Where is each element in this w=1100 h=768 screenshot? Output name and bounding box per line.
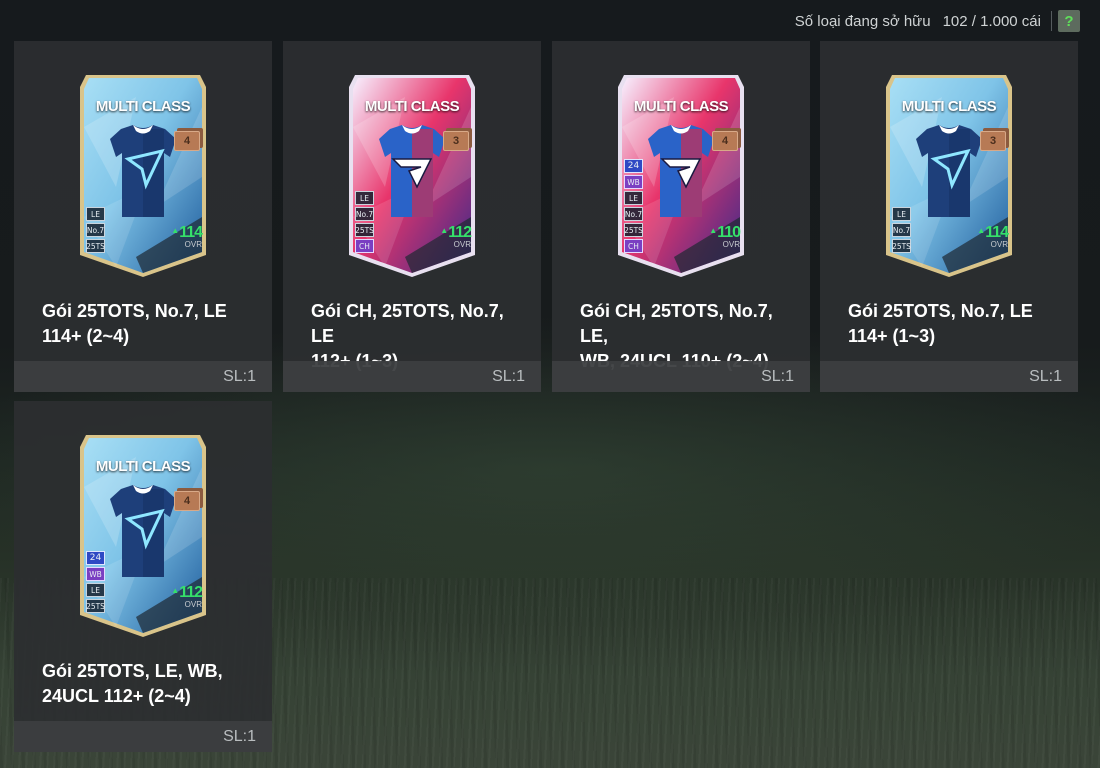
- card-badge: LE: [86, 583, 105, 597]
- card-badge: No.7: [86, 223, 105, 237]
- card-badge: No.7: [892, 223, 911, 237]
- help-button[interactable]: ?: [1058, 10, 1080, 32]
- pack-title-line1: Gói CH, 25TOTS, No.7, LE: [311, 301, 504, 346]
- pack-card: MULTI CLASS 4 24 WB LE No.7 25TS CH ▲110 OVR: [614, 67, 748, 279]
- card-rating: ▲112 OVR: [171, 584, 203, 609]
- pack-card: MULTI CLASS 4 24 WB LE 25TS ▲112 OVR: [76, 427, 210, 639]
- card-rating: ▲114 OVR: [977, 224, 1009, 249]
- pack-quantity: SL:1: [492, 368, 525, 385]
- card-rating: ▲112 OVR: [440, 224, 472, 249]
- pack-title: Gói 25TOTS, LE, WB, 24UCL 112+ (2~4): [42, 659, 257, 709]
- pack-title-line1: Gói 25TOTS, No.7, LE: [42, 301, 227, 321]
- inventory-summary: Số loại đang sở hữu 102 / 1.000 cái ?: [795, 8, 1080, 34]
- card-badge: 24: [86, 551, 105, 565]
- pack-title: Gói 25TOTS, No.7, LE 114+ (2~4): [42, 299, 257, 349]
- card-badge: No.7: [624, 207, 643, 221]
- card-badge: LE: [892, 207, 911, 221]
- pack-title-line2: 114+ (1~3): [848, 326, 936, 346]
- pack-card: MULTI CLASS 3 LE No.7 25TS CH ▲112 OVR: [345, 67, 479, 279]
- pack-quantity: SL:1: [761, 368, 794, 385]
- ovr-up-arrow-icon: ▲: [171, 586, 179, 595]
- card-class-title: MULTI CLASS: [95, 458, 191, 475]
- card-badges: LE No.7 25TS: [86, 207, 105, 253]
- level-tag: 4: [174, 131, 200, 151]
- pack-card: MULTI CLASS 3 LE No.7 25TS ▲114 OVR: [882, 67, 1016, 279]
- card-badge: 25TS: [86, 599, 105, 613]
- card-class-title: MULTI CLASS: [633, 98, 729, 115]
- card-badge: No.7: [355, 207, 374, 221]
- level-tag: 3: [443, 131, 469, 151]
- level-tag: 3: [980, 131, 1006, 151]
- card-badge: CH: [355, 239, 374, 253]
- ovr-up-arrow-icon: ▲: [709, 226, 717, 235]
- card-badges: 24 WB LE 25TS: [86, 551, 105, 613]
- pack-title-line1: Gói CH, 25TOTS, No.7, LE,: [580, 301, 773, 346]
- ovr-number: 112: [448, 224, 472, 241]
- ovr-number: 110: [717, 224, 741, 241]
- card-badge: WB: [86, 567, 105, 581]
- pack-quantity: SL:1: [223, 368, 256, 385]
- pack-tile[interactable]: MULTI CLASS 3 LE No.7 25TS CH ▲112 OVR Gói …: [283, 41, 541, 392]
- divider: [1051, 11, 1052, 31]
- pack-title-line1: Gói 25TOTS, No.7, LE: [848, 301, 1033, 321]
- card-class-title: MULTI CLASS: [901, 98, 997, 115]
- pack-quantity: SL:1: [1029, 368, 1062, 385]
- ovr-up-arrow-icon: ▲: [171, 226, 179, 235]
- card-badges: LE No.7 25TS CH: [355, 191, 374, 253]
- card-badges: LE No.7 25TS: [892, 207, 911, 253]
- pack-tile[interactable]: MULTI CLASS 4 24 WB LE 25TS ▲112 OVR Gói 25…: [14, 401, 272, 752]
- card-badge: 25TS: [86, 239, 105, 253]
- card-badge: WB: [624, 175, 643, 189]
- pack-tile[interactable]: MULTI CLASS 4 24 WB LE No.7 25TS CH ▲110 OVR …: [552, 41, 810, 392]
- ovr-number: 114: [985, 224, 1009, 241]
- card-class-title: MULTI CLASS: [364, 98, 460, 115]
- pack-card: MULTI CLASS 4 LE No.7 25TS ▲114 OVR: [76, 67, 210, 279]
- pack-title-line2: 114+ (2~4): [42, 326, 130, 346]
- card-class-title: MULTI CLASS: [95, 98, 191, 115]
- card-badge: LE: [624, 191, 643, 205]
- card-badge: 25TS: [892, 239, 911, 253]
- card-badge: CH: [624, 239, 643, 253]
- owned-types-label: Số loại đang sở hữu: [794, 12, 931, 30]
- card-badges: 24 WB LE No.7 25TS CH: [624, 159, 643, 253]
- pack-quantity: SL:1: [223, 728, 256, 745]
- owned-types-count: 102 / 1.000 cái: [942, 12, 1041, 30]
- pack-tile[interactable]: MULTI CLASS 3 LE No.7 25TS ▲114 OVR Gói 25…: [820, 41, 1078, 392]
- ovr-number: 114: [179, 224, 203, 241]
- card-badge: LE: [355, 191, 374, 205]
- card-rating: ▲110 OVR: [709, 224, 741, 249]
- level-tag: 4: [712, 131, 738, 151]
- pack-title: Gói 25TOTS, No.7, LE 114+ (1~3): [848, 299, 1063, 349]
- level-tag: 4: [174, 491, 200, 511]
- card-badge: 25TS: [355, 223, 374, 237]
- card-badge: 25TS: [624, 223, 643, 237]
- pack-title-line1: Gói 25TOTS, LE, WB,: [42, 661, 223, 681]
- card-rating: ▲114 OVR: [171, 224, 203, 249]
- card-badge: LE: [86, 207, 105, 221]
- ovr-up-arrow-icon: ▲: [977, 226, 985, 235]
- card-badge: 24: [624, 159, 643, 173]
- pack-title-line2: 24UCL 112+ (2~4): [42, 686, 191, 706]
- ovr-up-arrow-icon: ▲: [440, 226, 448, 235]
- pack-tile[interactable]: MULTI CLASS 4 LE No.7 25TS ▲114 OVR Gói 25…: [14, 41, 272, 392]
- ovr-number: 112: [179, 584, 203, 601]
